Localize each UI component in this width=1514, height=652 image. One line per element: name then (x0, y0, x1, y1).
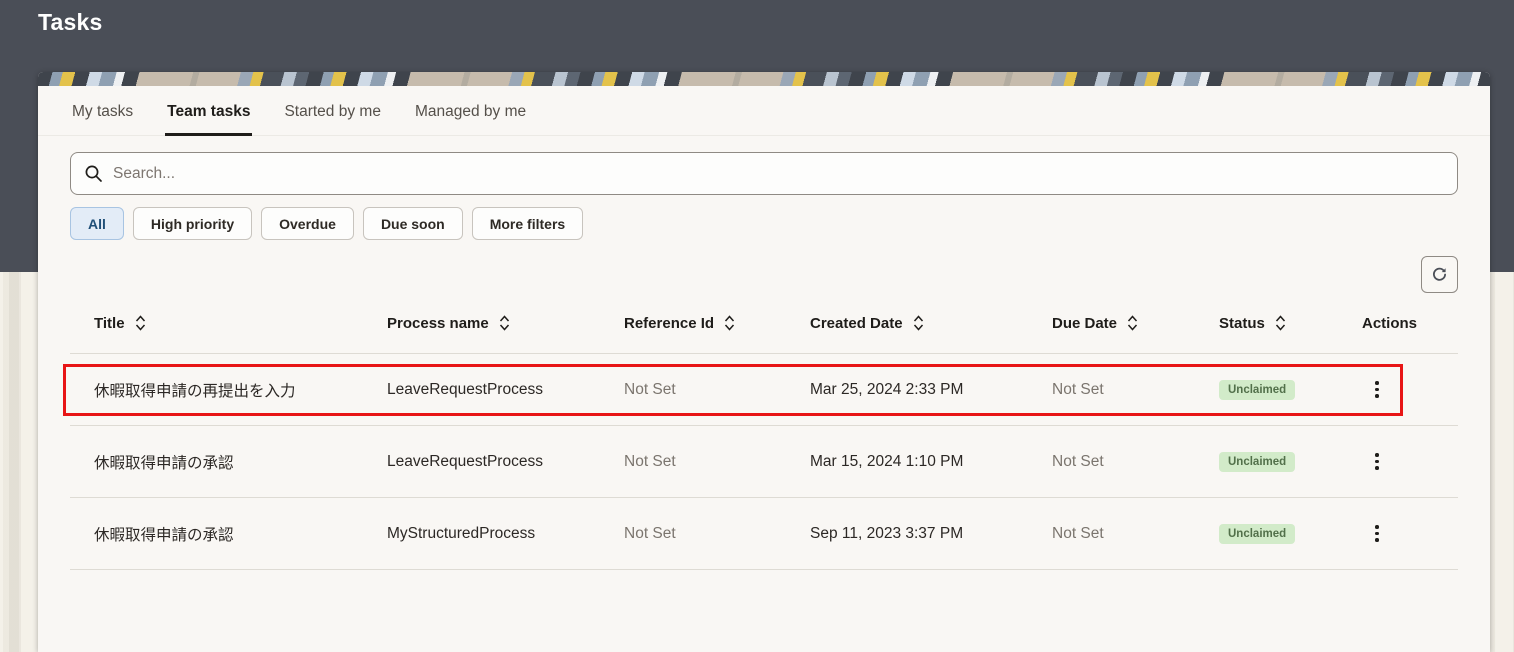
cell-due-date: Not Set (1028, 453, 1195, 471)
column-header-created-date[interactable]: Created Date (786, 315, 1028, 332)
row-actions-menu-icon[interactable] (1362, 447, 1392, 477)
cell-due-date: Not Set (1028, 381, 1195, 399)
refresh-button[interactable] (1421, 256, 1458, 293)
filter-chip-all[interactable]: All (70, 207, 124, 240)
sort-icon[interactable] (1275, 315, 1286, 331)
cell-process-name: MyStructuredProcess (363, 525, 600, 543)
row-actions-menu-icon[interactable] (1362, 375, 1392, 405)
cell-created-date: Mar 15, 2024 1:10 PM (786, 453, 1028, 471)
table-row[interactable]: 休暇取得申請の承認 MyStructuredProcess Not Set Se… (70, 498, 1458, 570)
cell-reference-id: Not Set (600, 525, 786, 543)
page-title: Tasks (38, 9, 103, 36)
column-header-due-date[interactable]: Due Date (1028, 315, 1195, 332)
cell-process-name: LeaveRequestProcess (363, 453, 600, 471)
tab-started-by-me[interactable]: Started by me (282, 86, 383, 136)
filter-chip-due-soon[interactable]: Due soon (363, 207, 463, 240)
cell-title: 休暇取得申請の承認 (70, 451, 363, 473)
search-bar[interactable] (70, 152, 1458, 195)
column-header-reference-id[interactable]: Reference Id (600, 315, 786, 332)
cell-created-date: Sep 11, 2023 3:37 PM (786, 525, 1028, 543)
sort-icon[interactable] (135, 315, 146, 331)
cell-reference-id: Not Set (600, 381, 786, 399)
filter-chip-more-filters[interactable]: More filters (472, 207, 583, 240)
column-header-process-name[interactable]: Process name (363, 315, 600, 332)
refresh-icon (1430, 265, 1449, 284)
cell-process-name: LeaveRequestProcess (363, 381, 600, 399)
cell-status: Unclaimed (1195, 524, 1338, 544)
filter-chips: All High priority Overdue Due soon More … (70, 207, 1458, 240)
cell-actions (1338, 519, 1458, 549)
table-row[interactable]: 休暇取得申請の再提出を入力 LeaveRequestProcess Not Se… (70, 354, 1458, 426)
filter-chip-overdue[interactable]: Overdue (261, 207, 354, 240)
tab-team-tasks[interactable]: Team tasks (165, 86, 252, 136)
filter-chip-high-priority[interactable]: High priority (133, 207, 252, 240)
cell-due-date: Not Set (1028, 525, 1195, 543)
row-actions-menu-icon[interactable] (1362, 519, 1392, 549)
decorative-pattern-strip (38, 72, 1490, 86)
tab-managed-by-me[interactable]: Managed by me (413, 86, 528, 136)
status-badge: Unclaimed (1219, 452, 1295, 472)
cell-actions (1338, 447, 1458, 477)
cell-status: Unclaimed (1195, 452, 1338, 472)
table-toolbar (70, 256, 1458, 293)
column-header-actions: Actions (1338, 315, 1458, 332)
search-icon (84, 164, 103, 183)
sort-icon[interactable] (499, 315, 510, 331)
tasks-table: Title Process name Reference Id Created … (70, 293, 1458, 570)
cell-created-date: Mar 25, 2024 2:33 PM (786, 381, 1028, 399)
tasks-card: My tasks Team tasks Started by me Manage… (38, 72, 1490, 652)
cell-reference-id: Not Set (600, 453, 786, 471)
status-badge: Unclaimed (1219, 524, 1295, 544)
status-badge: Unclaimed (1219, 380, 1295, 400)
cell-status: Unclaimed (1195, 380, 1338, 400)
sort-icon[interactable] (1127, 315, 1138, 331)
tab-my-tasks[interactable]: My tasks (70, 86, 135, 136)
cell-actions (1338, 375, 1458, 405)
table-header-row: Title Process name Reference Id Created … (70, 293, 1458, 354)
tab-bar: My tasks Team tasks Started by me Manage… (38, 86, 1490, 136)
cell-title: 休暇取得申請の承認 (70, 523, 363, 545)
column-header-status[interactable]: Status (1195, 315, 1338, 332)
table-row[interactable]: 休暇取得申請の承認 LeaveRequestProcess Not Set Ma… (70, 426, 1458, 498)
column-header-title[interactable]: Title (70, 315, 363, 332)
sort-icon[interactable] (913, 315, 924, 331)
sort-icon[interactable] (724, 315, 735, 331)
search-input[interactable] (113, 165, 1444, 183)
cell-title: 休暇取得申請の再提出を入力 (70, 379, 363, 401)
